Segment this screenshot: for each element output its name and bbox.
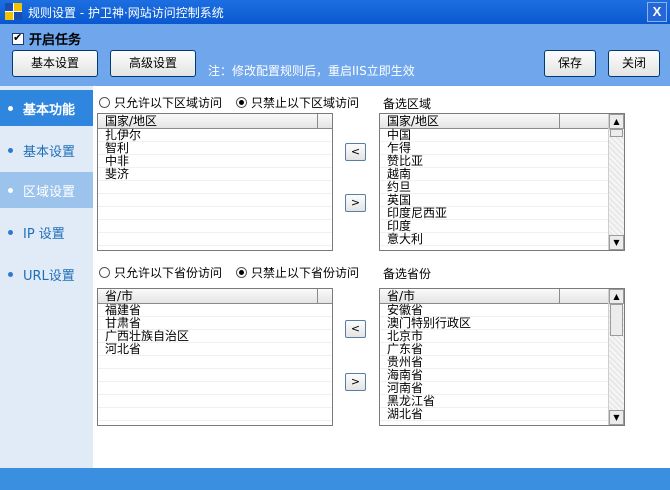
sidebar-item-url-settings[interactable]: URL设置 [0, 256, 93, 292]
bullet-icon [8, 187, 13, 193]
list-item[interactable] [98, 356, 332, 369]
region-deny-label: 只禁止以下区域访问 [251, 96, 360, 110]
region-selected-list[interactable]: 国家/地区 扎伊尔 智利 中非 斐济 [97, 113, 333, 251]
sidebar-item-label: IP 设置 [23, 226, 65, 242]
region-selected-header: 国家/地区 [98, 114, 332, 129]
column-header: 国家/地区 [380, 114, 560, 128]
list-item[interactable] [98, 207, 332, 220]
province-selected-header: 省/市 [98, 289, 332, 304]
region-selected-rows: 扎伊尔 智利 中非 斐济 [98, 129, 332, 246]
window-title: 规则设置 - 护卫神·网站访问控制系统 [28, 6, 224, 20]
scroll-up-arrow-icon[interactable]: ▲ [609, 114, 624, 129]
column-header: 省/市 [98, 289, 318, 303]
list-item[interactable]: 扎伊尔 [98, 129, 332, 142]
window-close-button[interactable]: X [647, 2, 667, 22]
province-deny-option[interactable]: 只禁止以下省份访问 [236, 264, 359, 281]
sidebar-item-region-settings[interactable]: 区域设置 [0, 172, 93, 208]
sidebar-item-label: 基本设置 [23, 144, 76, 160]
region-allow-label: 只允许以下区域访问 [114, 96, 223, 110]
close-button[interactable]: 关闭 [608, 50, 660, 77]
enable-task-toggle[interactable]: 开启任务 [12, 29, 81, 48]
list-item[interactable]: 中非 [98, 155, 332, 168]
list-item[interactable] [98, 395, 332, 408]
province-deny-radio[interactable] [236, 267, 248, 278]
region-candidate-header: 国家/地区 [380, 114, 608, 129]
province-candidate-header: 省/市 [380, 289, 608, 304]
bullet-icon [8, 271, 13, 277]
bullet-icon [8, 229, 13, 235]
list-item[interactable]: 河北省 [98, 343, 332, 356]
region-allow-option[interactable]: 只允许以下区域访问 [99, 94, 222, 111]
list-item[interactable] [98, 194, 332, 207]
sidebar-item-basic-settings[interactable]: 基本设置 [0, 132, 93, 168]
bullet-icon [8, 147, 13, 153]
scroll-up-arrow-icon[interactable]: ▲ [609, 289, 624, 304]
list-item[interactable] [98, 220, 332, 233]
province-allow-radio[interactable] [99, 267, 110, 278]
region-candidate-rows: 中国 乍得 赞比亚 越南 约旦 英国 印度尼西亚 印度 意大利 [380, 129, 608, 246]
column-header: 省/市 [380, 289, 560, 303]
province-allow-label: 只允许以下省份访问 [114, 266, 223, 280]
title-bar: 规则设置 - 护卫神·网站访问控制系统 X [0, 0, 670, 24]
region-add-button[interactable]: < [345, 143, 366, 161]
region-candidate-list[interactable]: 国家/地区 中国 乍得 赞比亚 越南 约旦 英国 印度尼西亚 印度 意大利 ▲ ▼ [379, 113, 625, 251]
list-item[interactable]: 湖北省 [380, 408, 608, 421]
list-item[interactable]: 中国 [380, 129, 608, 142]
basic-settings-button[interactable]: 基本设置 [12, 50, 98, 77]
sidebar-item-label: URL设置 [23, 268, 75, 284]
scroll-thumb[interactable] [610, 304, 623, 336]
province-candidate-label: 备选省份 [383, 267, 432, 281]
scroll-thumb[interactable] [610, 129, 623, 137]
shield-logo-icon [5, 3, 22, 20]
enable-task-label: 开启任务 [29, 33, 82, 48]
region-deny-radio[interactable] [236, 97, 248, 108]
province-mode-group: 只允许以下省份访问 只禁止以下省份访问 [99, 264, 373, 281]
list-item[interactable] [98, 382, 332, 395]
province-add-button[interactable]: < [345, 320, 366, 338]
sidebar-item-basic-functions[interactable]: 基本功能 [0, 90, 93, 126]
bullet-icon [8, 105, 13, 111]
list-item[interactable]: 约旦 [380, 181, 608, 194]
list-item[interactable] [98, 233, 332, 246]
list-item[interactable] [98, 408, 332, 421]
province-candidate-rows: 安徽省 澳门特别行政区 北京市 广东省 贵州省 海南省 河南省 黑龙江省 湖北省 [380, 304, 608, 421]
region-deny-option[interactable]: 只禁止以下区域访问 [236, 94, 359, 111]
province-deny-label: 只禁止以下省份访问 [251, 266, 360, 280]
list-item[interactable]: 斐济 [98, 168, 332, 181]
list-item[interactable]: 赞比亚 [380, 155, 608, 168]
province-candidate-list[interactable]: 省/市 安徽省 澳门特别行政区 北京市 广东省 贵州省 海南省 河南省 黑龙江省 湖北省 ▲ ▼ [379, 288, 625, 426]
province-selected-rows: 福建省 甘肃省 广西壮族自治区 河北省 [98, 304, 332, 421]
region-remove-button[interactable]: > [345, 194, 366, 212]
sidebar-item-label: 基本功能 [23, 102, 76, 118]
province-remove-button[interactable]: > [345, 373, 366, 391]
list-item[interactable]: 越南 [380, 168, 608, 181]
save-button[interactable]: 保存 [544, 50, 596, 77]
list-item[interactable]: 智利 [98, 142, 332, 155]
scroll-down-arrow-icon[interactable]: ▼ [609, 410, 624, 425]
province-candidate-scrollbar[interactable]: ▲ ▼ [608, 289, 624, 425]
sidebar-item-label: 区域设置 [23, 184, 76, 200]
list-item[interactable] [98, 181, 332, 194]
province-allow-option[interactable]: 只允许以下省份访问 [99, 264, 222, 281]
sidebar-item-ip-settings[interactable]: IP 设置 [0, 214, 93, 250]
restart-note: 注：修改配置规则后，重启IIS立即生效 [208, 64, 415, 78]
enable-task-checkbox[interactable] [12, 31, 24, 45]
toolbar: 开启任务 基本设置 高级设置 注：修改配置规则后，重启IIS立即生效 保存 关闭 [0, 24, 670, 86]
province-selected-list[interactable]: 省/市 福建省 甘肃省 广西壮族自治区 河北省 [97, 288, 333, 426]
column-header: 国家/地区 [98, 114, 318, 128]
region-candidate-scrollbar[interactable]: ▲ ▼ [608, 114, 624, 250]
list-item[interactable]: 印度尼西亚 [380, 207, 608, 220]
region-allow-radio[interactable] [99, 97, 110, 108]
advanced-settings-button[interactable]: 高级设置 [110, 50, 196, 77]
scroll-down-arrow-icon[interactable]: ▼ [609, 235, 624, 250]
region-candidate-label: 备选区域 [383, 97, 432, 111]
status-bar [0, 468, 670, 490]
list-item[interactable] [98, 369, 332, 382]
list-item[interactable]: 意大利 [380, 233, 608, 246]
content-panel: 只允许以下区域访问 只禁止以下区域访问 备选区域 国家/地区 扎伊尔 智利 中非 斐济… [93, 86, 670, 468]
sidebar: 基本功能 基本设置 区域设置 IP 设置 URL设置 [0, 86, 93, 468]
region-mode-group: 只允许以下区域访问 只禁止以下区域访问 [99, 94, 373, 111]
